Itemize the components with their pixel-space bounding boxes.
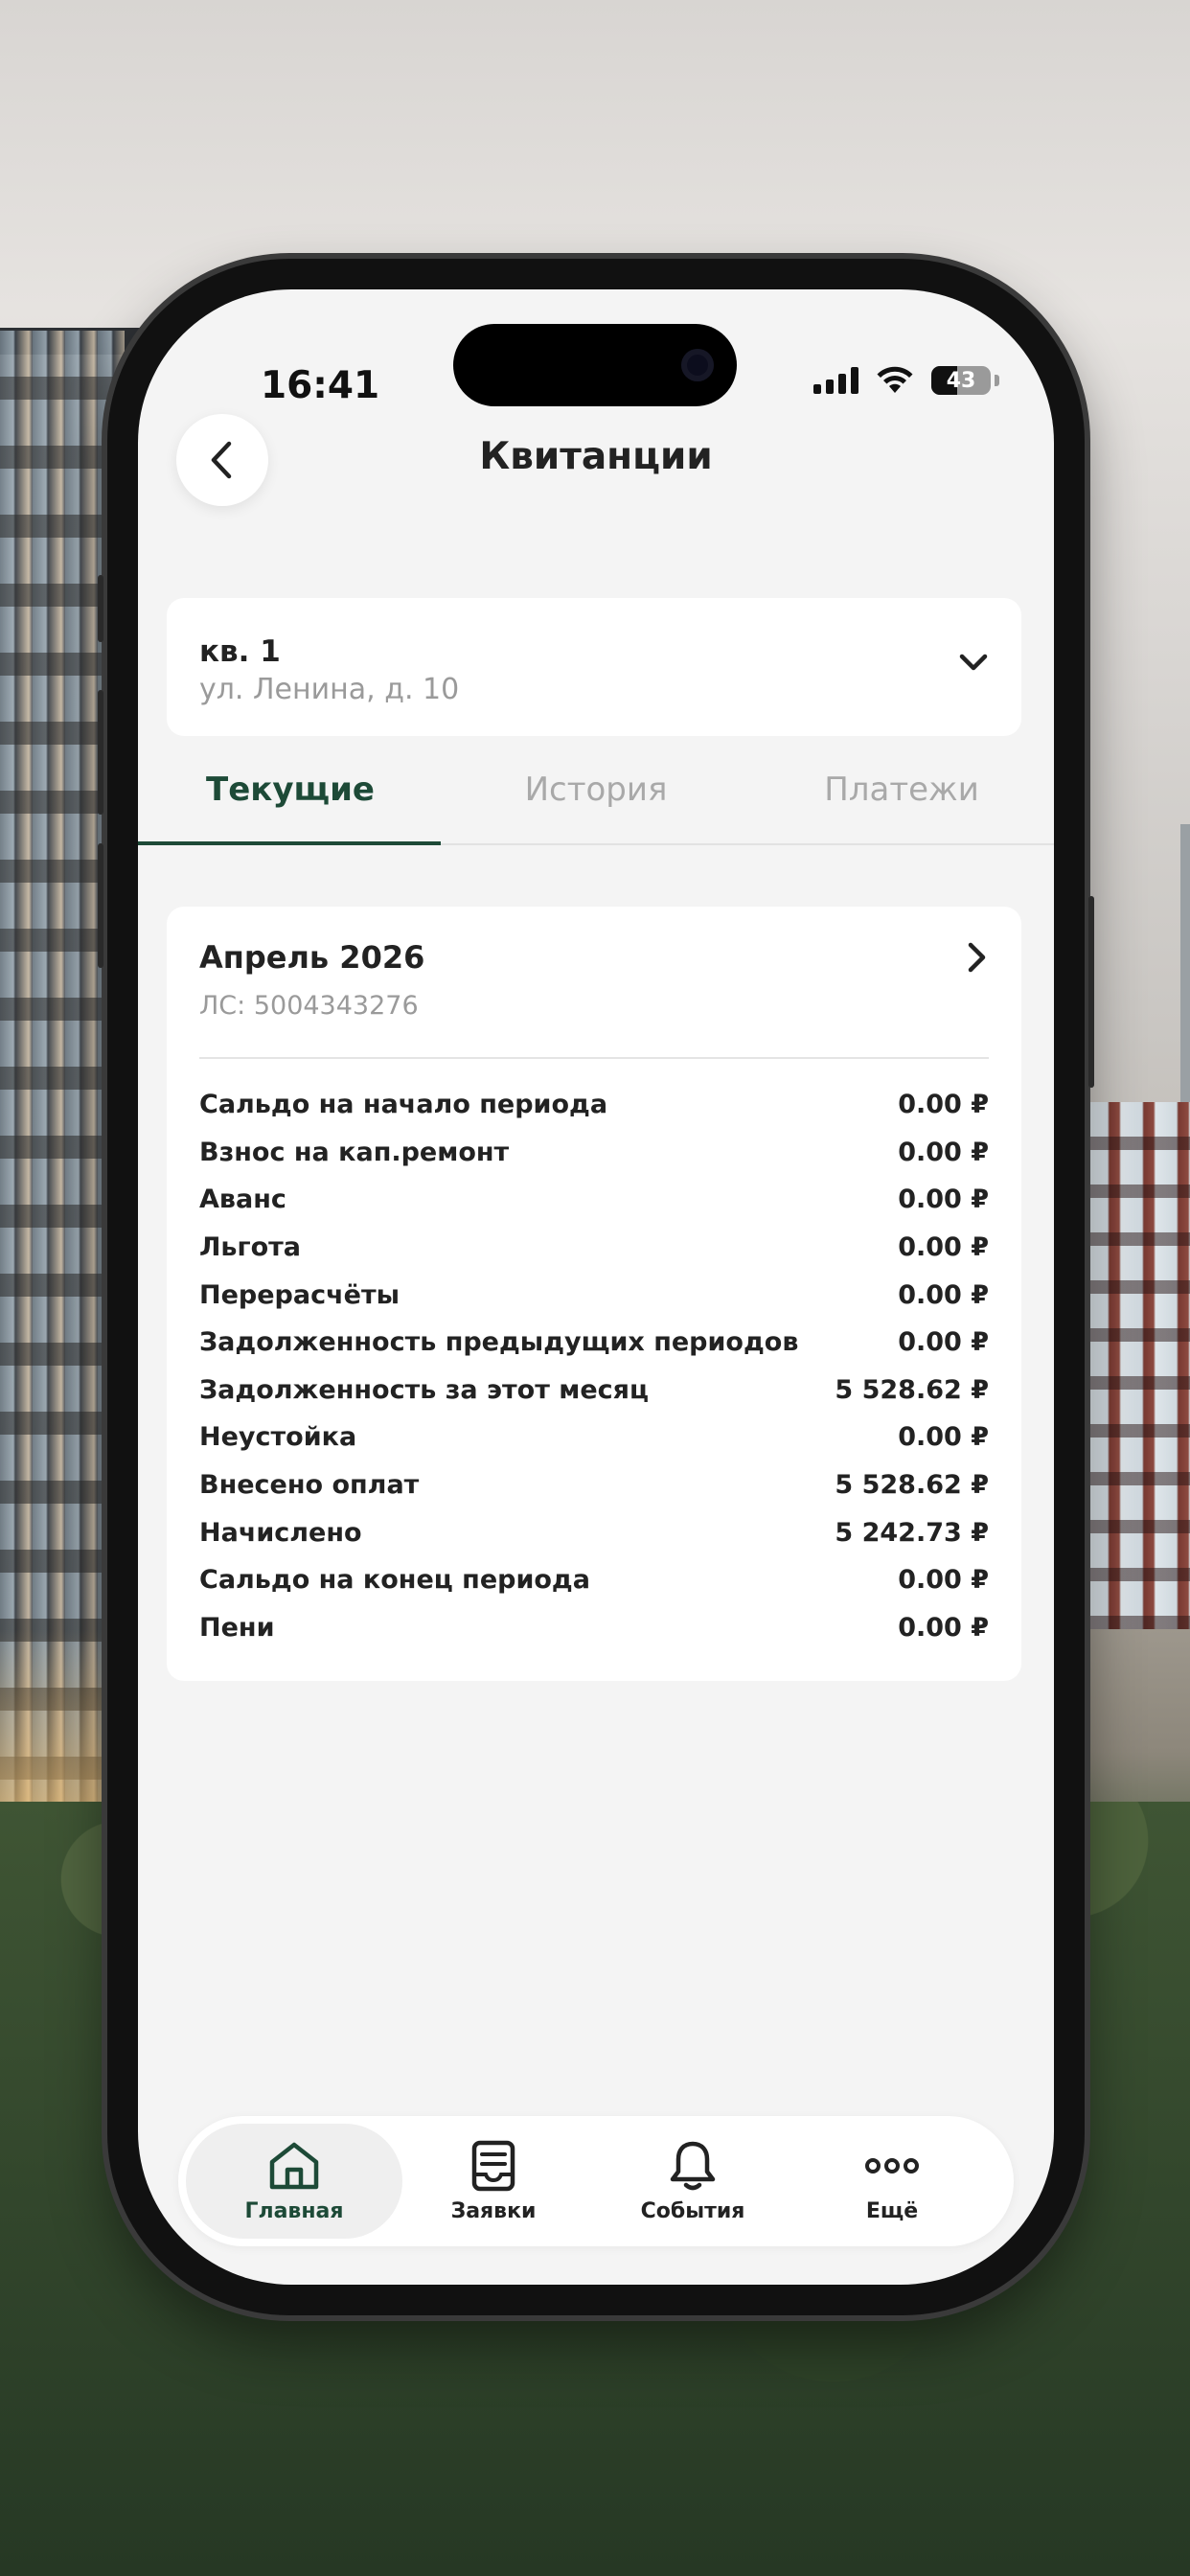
statement-card[interactable]: Апрель 2026 ЛС: 5004343276 Сальдо на нач…	[167, 907, 1021, 1681]
row-label: Сальдо на начало периода	[199, 1090, 608, 1120]
row-label: Взнос на кап.ремонт	[199, 1137, 510, 1167]
row-value: 0.00 ₽	[898, 1184, 989, 1215]
row-value: 0.00 ₽	[898, 1279, 989, 1310]
status-icons: 43	[813, 366, 999, 395]
chevron-right-icon	[968, 942, 986, 973]
statement-row: Начислено 5 242.73 ₽	[199, 1508, 989, 1556]
row-label: Неустойка	[199, 1422, 357, 1453]
cellular-signal-icon	[813, 367, 858, 394]
background-building-right	[1075, 1102, 1190, 1629]
statement-row: Задолженность за этот месяц 5 528.62 ₽	[199, 1367, 989, 1414]
dynamic-island	[453, 324, 737, 406]
row-value: 5 528.62 ₽	[835, 1470, 989, 1501]
tab-history[interactable]: История	[444, 770, 748, 809]
battery-cap	[995, 375, 999, 386]
row-label: Перерасчёты	[199, 1279, 400, 1310]
statement-row: Сальдо на конец периода 0.00 ₽	[199, 1556, 989, 1604]
app-screen: 16:41 43 Квитанции кв. 1 ул. Ленина, д. …	[138, 289, 1054, 2285]
statement-divider	[199, 1057, 989, 1059]
row-value: 5 528.62 ₽	[835, 1374, 989, 1405]
page-title: Квитанции	[479, 435, 713, 478]
row-label: Сальдо на конец периода	[199, 1565, 590, 1596]
phone-frame: 16:41 43 Квитанции кв. 1 ул. Ленина, д. …	[98, 259, 1094, 2315]
camera-icon	[681, 349, 714, 381]
statement-row: Перерасчёты 0.00 ₽	[199, 1271, 989, 1319]
statement-row: Льгота 0.00 ₽	[199, 1224, 989, 1272]
statement-row: Сальдо на начало периода 0.00 ₽	[199, 1081, 989, 1129]
statement-month: Апрель 2026	[199, 939, 425, 976]
row-value: 0.00 ₽	[898, 1565, 989, 1596]
statement-row: Взнос на кап.ремонт 0.00 ₽	[199, 1129, 989, 1177]
address-street: ул. Ленина, д. 10	[199, 673, 460, 706]
row-value: 0.00 ₽	[898, 1137, 989, 1167]
status-time: 16:41	[261, 364, 380, 407]
statement-rows: Сальдо на начало периода 0.00 ₽ Взнос на …	[199, 1081, 989, 1651]
address-selector[interactable]: кв. 1 ул. Ленина, д. 10	[167, 598, 1021, 736]
nav-more[interactable]: Ещё	[784, 2124, 1000, 2239]
phone-volume-up	[98, 690, 103, 815]
phone-action-button	[98, 575, 103, 642]
row-value: 0.00 ₽	[898, 1327, 989, 1358]
row-value: 5 242.73 ₽	[835, 1517, 989, 1548]
background-building-left	[0, 331, 125, 1826]
tab-payments[interactable]: Платежи	[749, 770, 1054, 809]
nav-events[interactable]: События	[584, 2124, 801, 2239]
row-value: 0.00 ₽	[898, 1232, 989, 1263]
row-label: Аванс	[199, 1184, 286, 1215]
tab-bar: Текущие История Платежи	[138, 759, 1054, 845]
statement-row: Неустойка 0.00 ₽	[199, 1414, 989, 1461]
nav-requests-label: Заявки	[450, 2198, 537, 2223]
nav-events-label: События	[640, 2198, 745, 2223]
nav-home-label: Главная	[244, 2198, 344, 2223]
tab-current[interactable]: Текущие	[138, 770, 443, 809]
background-building-glow	[0, 1629, 105, 1830]
battery-icon: 43	[931, 366, 991, 395]
row-value: 0.00 ₽	[898, 1090, 989, 1120]
bell-icon	[670, 2141, 716, 2190]
row-label: Задолженность предыдущих периодов	[199, 1327, 799, 1358]
statement-row: Пени 0.00 ₽	[199, 1604, 989, 1652]
background-tower	[1180, 824, 1190, 1112]
row-label: Льгота	[199, 1232, 302, 1263]
row-value: 0.00 ₽	[898, 1422, 989, 1453]
row-value: 0.00 ₽	[898, 1612, 989, 1643]
statement-row: Внесено оплат 5 528.62 ₽	[199, 1461, 989, 1509]
row-label: Начислено	[199, 1517, 362, 1548]
wifi-icon	[877, 366, 913, 393]
address-apartment: кв. 1	[199, 634, 281, 669]
phone-power-button	[1088, 896, 1094, 1088]
more-icon	[865, 2157, 919, 2174]
statement-account: ЛС: 5004343276	[199, 991, 419, 1021]
statement-row: Аванс 0.00 ₽	[199, 1176, 989, 1224]
row-label: Внесено оплат	[199, 1470, 420, 1501]
nav-more-label: Ещё	[865, 2198, 919, 2223]
statement-row: Задолженность предыдущих периодов 0.00 ₽	[199, 1319, 989, 1367]
battery-percent: 43	[946, 368, 976, 393]
row-label: Задолженность за этот месяц	[199, 1374, 649, 1405]
requests-icon	[471, 2140, 515, 2191]
chevron-down-icon	[959, 654, 988, 671]
nav-requests[interactable]: Заявки	[385, 2124, 602, 2239]
active-tab-indicator	[138, 841, 441, 845]
home-icon	[269, 2142, 319, 2189]
row-label: Пени	[199, 1612, 275, 1643]
phone-volume-down	[98, 843, 103, 968]
bottom-nav: Главная Заявки События Ещё	[178, 2116, 1014, 2246]
nav-home[interactable]: Главная	[186, 2124, 402, 2239]
